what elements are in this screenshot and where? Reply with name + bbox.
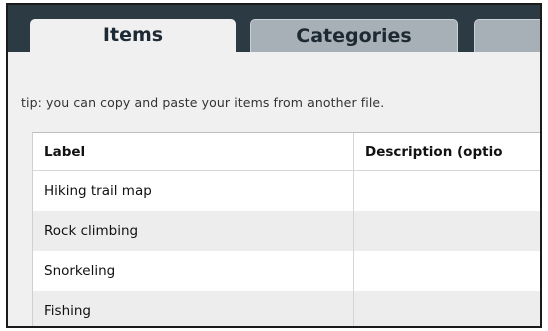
description-cell[interactable] [354, 251, 540, 291]
tab-items[interactable]: Items [30, 19, 236, 52]
table-row[interactable]: Fishing [33, 291, 540, 326]
table-header: Label Description (optio [33, 133, 540, 171]
table-row[interactable]: Snorkeling [33, 251, 540, 291]
tab-categories[interactable]: Categories [250, 19, 458, 52]
tab-third[interactable]: S [474, 19, 540, 52]
items-table: Label Description (optio Hiking trail ma… [32, 132, 540, 326]
column-header-description[interactable]: Description (optio [354, 133, 540, 170]
table-row[interactable]: Hiking trail map [33, 171, 540, 211]
label-cell[interactable]: Hiking trail map [33, 171, 354, 211]
description-cell[interactable] [354, 211, 540, 251]
description-cell[interactable] [354, 171, 540, 211]
label-cell[interactable]: Snorkeling [33, 251, 354, 291]
label-cell[interactable]: Fishing [33, 291, 354, 326]
table-row[interactable]: Rock climbing [33, 211, 540, 251]
tab-bar: Items Categories S [8, 5, 540, 52]
column-header-label[interactable]: Label [33, 133, 354, 170]
description-cell[interactable] [354, 291, 540, 326]
tip-text: tip: you can copy and paste your items f… [21, 95, 385, 110]
label-cell[interactable]: Rock climbing [33, 211, 354, 251]
items-editor-panel: Items Categories S tip: you can copy and… [6, 3, 542, 328]
